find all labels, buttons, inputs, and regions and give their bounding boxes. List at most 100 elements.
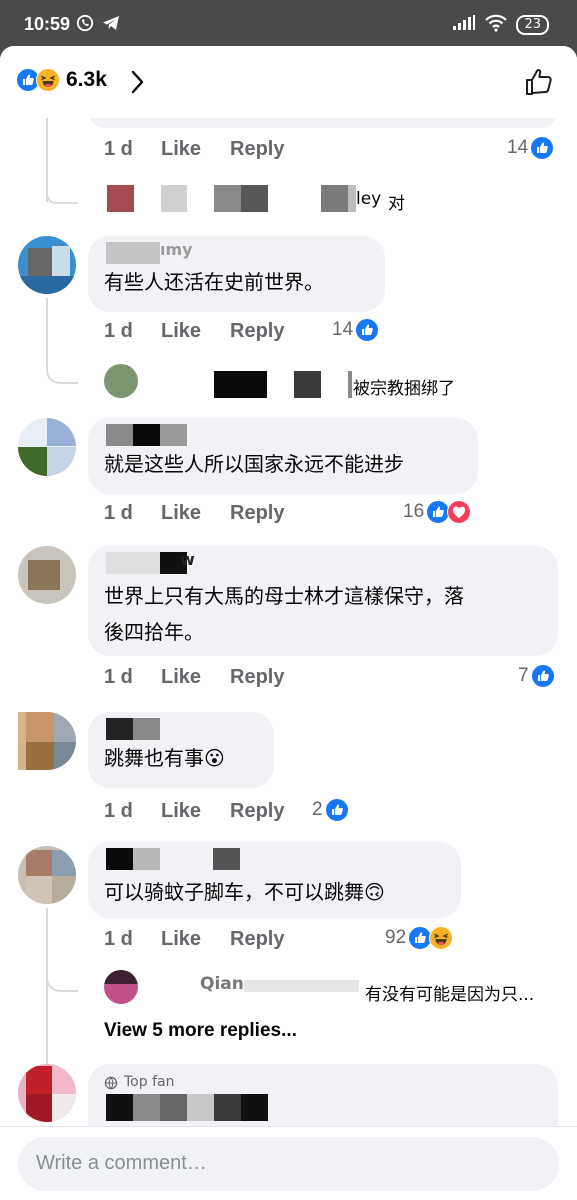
redacted-name (244, 980, 359, 992)
comment-reactions[interactable]: 14 (507, 136, 554, 160)
whatsapp-icon (76, 14, 94, 36)
redacted-name (213, 848, 240, 870)
reaction-count: 2 (312, 799, 323, 820)
commenter-avatar[interactable] (18, 546, 76, 604)
like-button[interactable]: Like (161, 928, 201, 951)
reply-preview-name: ley (356, 189, 382, 209)
redacted-name (106, 552, 160, 574)
reply-button[interactable]: Reply (230, 928, 284, 951)
reply-button[interactable]: Reply (230, 666, 284, 689)
reply-button[interactable]: Reply (230, 502, 284, 525)
comment-time: 1 d (104, 320, 133, 342)
redacted-name (160, 1094, 187, 1121)
comment-input-placeholder: Write a comment… (36, 1152, 207, 1174)
commenter-avatar[interactable] (18, 236, 76, 294)
reaction-count: 14 (507, 137, 529, 158)
redacted-name (214, 1094, 241, 1121)
redacted-name (161, 185, 187, 212)
reply-preview-text: 对 (388, 194, 405, 214)
haha-reaction-icon (36, 68, 60, 92)
redacted-name (187, 1094, 214, 1121)
commenter-avatar[interactable] (18, 1064, 76, 1122)
comment-reactions[interactable]: 16 (403, 500, 471, 524)
redacted-name (133, 424, 160, 446)
status-bar: 10:59 23 (0, 0, 577, 48)
reply-preview-text: 有没有可能是因为只... (365, 985, 535, 1005)
comment-reactions[interactable]: 7 (518, 664, 555, 688)
redacted-name (133, 718, 160, 740)
redacted-name (241, 1094, 268, 1121)
thread-line (46, 298, 48, 370)
comment-reactions[interactable]: 92 (385, 926, 453, 950)
commenter-avatar[interactable] (18, 846, 76, 904)
reaction-count: 16 (403, 501, 425, 522)
status-time: 10:59 (24, 14, 71, 34)
comment-bubble[interactable]: ımy 有些人还活在史前世界。 (88, 236, 385, 312)
reactions-header[interactable]: 6.3k (0, 46, 577, 118)
like-reaction-icon (325, 798, 349, 822)
like-button[interactable]: Like (161, 138, 201, 161)
reply-button[interactable]: Reply (230, 320, 284, 343)
reaction-count: 92 (385, 927, 407, 948)
redacted-name (348, 185, 356, 212)
reaction-summary[interactable]: 6.3k (16, 68, 107, 92)
redacted-name (106, 718, 133, 740)
comment-text: 就是这些人所以国家永远不能进步 (104, 452, 404, 476)
comment-bubble[interactable]: w 世界上只有大馬的母士林才這樣保守，落 後四拾年。 (88, 546, 558, 656)
reaction-count: 14 (332, 319, 354, 340)
view-more-replies-link[interactable]: View 5 more replies... (104, 1020, 297, 1042)
redacted-name (106, 848, 133, 870)
comment-reactions[interactable]: 2 (312, 798, 349, 822)
redacted-name (214, 185, 241, 212)
globe-icon (104, 1075, 118, 1094)
comment-text: 後四拾年。 (104, 620, 204, 644)
comment-bubble[interactable]: 跳舞也有事😮 (88, 712, 274, 788)
comment-bubble[interactable]: 就是这些人所以国家永远不能进步 (88, 418, 478, 494)
comment-time: 1 d (104, 138, 133, 160)
telegram-icon (102, 15, 120, 35)
like-reaction-icon (530, 136, 554, 160)
comment-input[interactable]: Write a comment… (18, 1137, 559, 1191)
comment-text: 世界上只有大馬的母士林才這樣保守，落 (104, 584, 464, 608)
commenter-avatar[interactable] (18, 712, 76, 770)
like-button[interactable]: Like (161, 320, 201, 343)
comment-bubble[interactable]: 可以骑蚊子脚车，不可以跳舞🙃 (88, 842, 461, 918)
reply-preview-name: Qian (200, 974, 244, 994)
redacted-name (106, 242, 160, 264)
love-reaction-icon (447, 500, 471, 524)
comment-composer: Write a comment… (0, 1126, 577, 1200)
reply-button[interactable]: Reply (230, 138, 284, 161)
reply-button[interactable]: Reply (230, 800, 284, 823)
comment-reactions[interactable]: 14 (332, 318, 379, 342)
thread-line (46, 118, 48, 202)
reply-avatar[interactable] (104, 364, 138, 398)
redacted-name (321, 185, 348, 212)
wifi-icon (484, 14, 508, 36)
redacted-name (133, 848, 160, 870)
like-button[interactable]: Like (161, 502, 201, 525)
haha-reaction-icon (429, 926, 453, 950)
comment-text: 可以骑蚊子脚车，不可以跳舞🙃 (104, 880, 385, 904)
comment-text: 跳舞也有事😮 (104, 746, 225, 770)
reply-avatar[interactable] (107, 185, 134, 212)
like-button[interactable]: Like (161, 800, 201, 823)
redacted-name (348, 371, 352, 398)
like-button[interactable]: Like (161, 666, 201, 689)
redacted-name (106, 1094, 133, 1121)
redacted-name (160, 424, 187, 446)
reply-avatar[interactable] (104, 970, 138, 1004)
commenter-avatar[interactable] (18, 418, 76, 476)
thread-line (46, 908, 48, 1072)
top-fan-badge: Top fan (124, 1074, 175, 1090)
redacted-name (214, 371, 267, 398)
chevron-right-icon[interactable] (131, 70, 145, 98)
reaction-count: 6.3k (66, 68, 107, 91)
like-reaction-icon (355, 318, 379, 342)
commenter-name-tail: w (180, 550, 195, 569)
reaction-count: 7 (518, 665, 529, 686)
reply-preview-text: 被宗教捆绑了 (353, 379, 455, 399)
comment-time: 1 d (104, 502, 133, 524)
comment-text: 有些人还活在史前世界。 (104, 270, 324, 294)
like-post-button[interactable] (523, 66, 555, 102)
reply-connector (46, 194, 78, 204)
